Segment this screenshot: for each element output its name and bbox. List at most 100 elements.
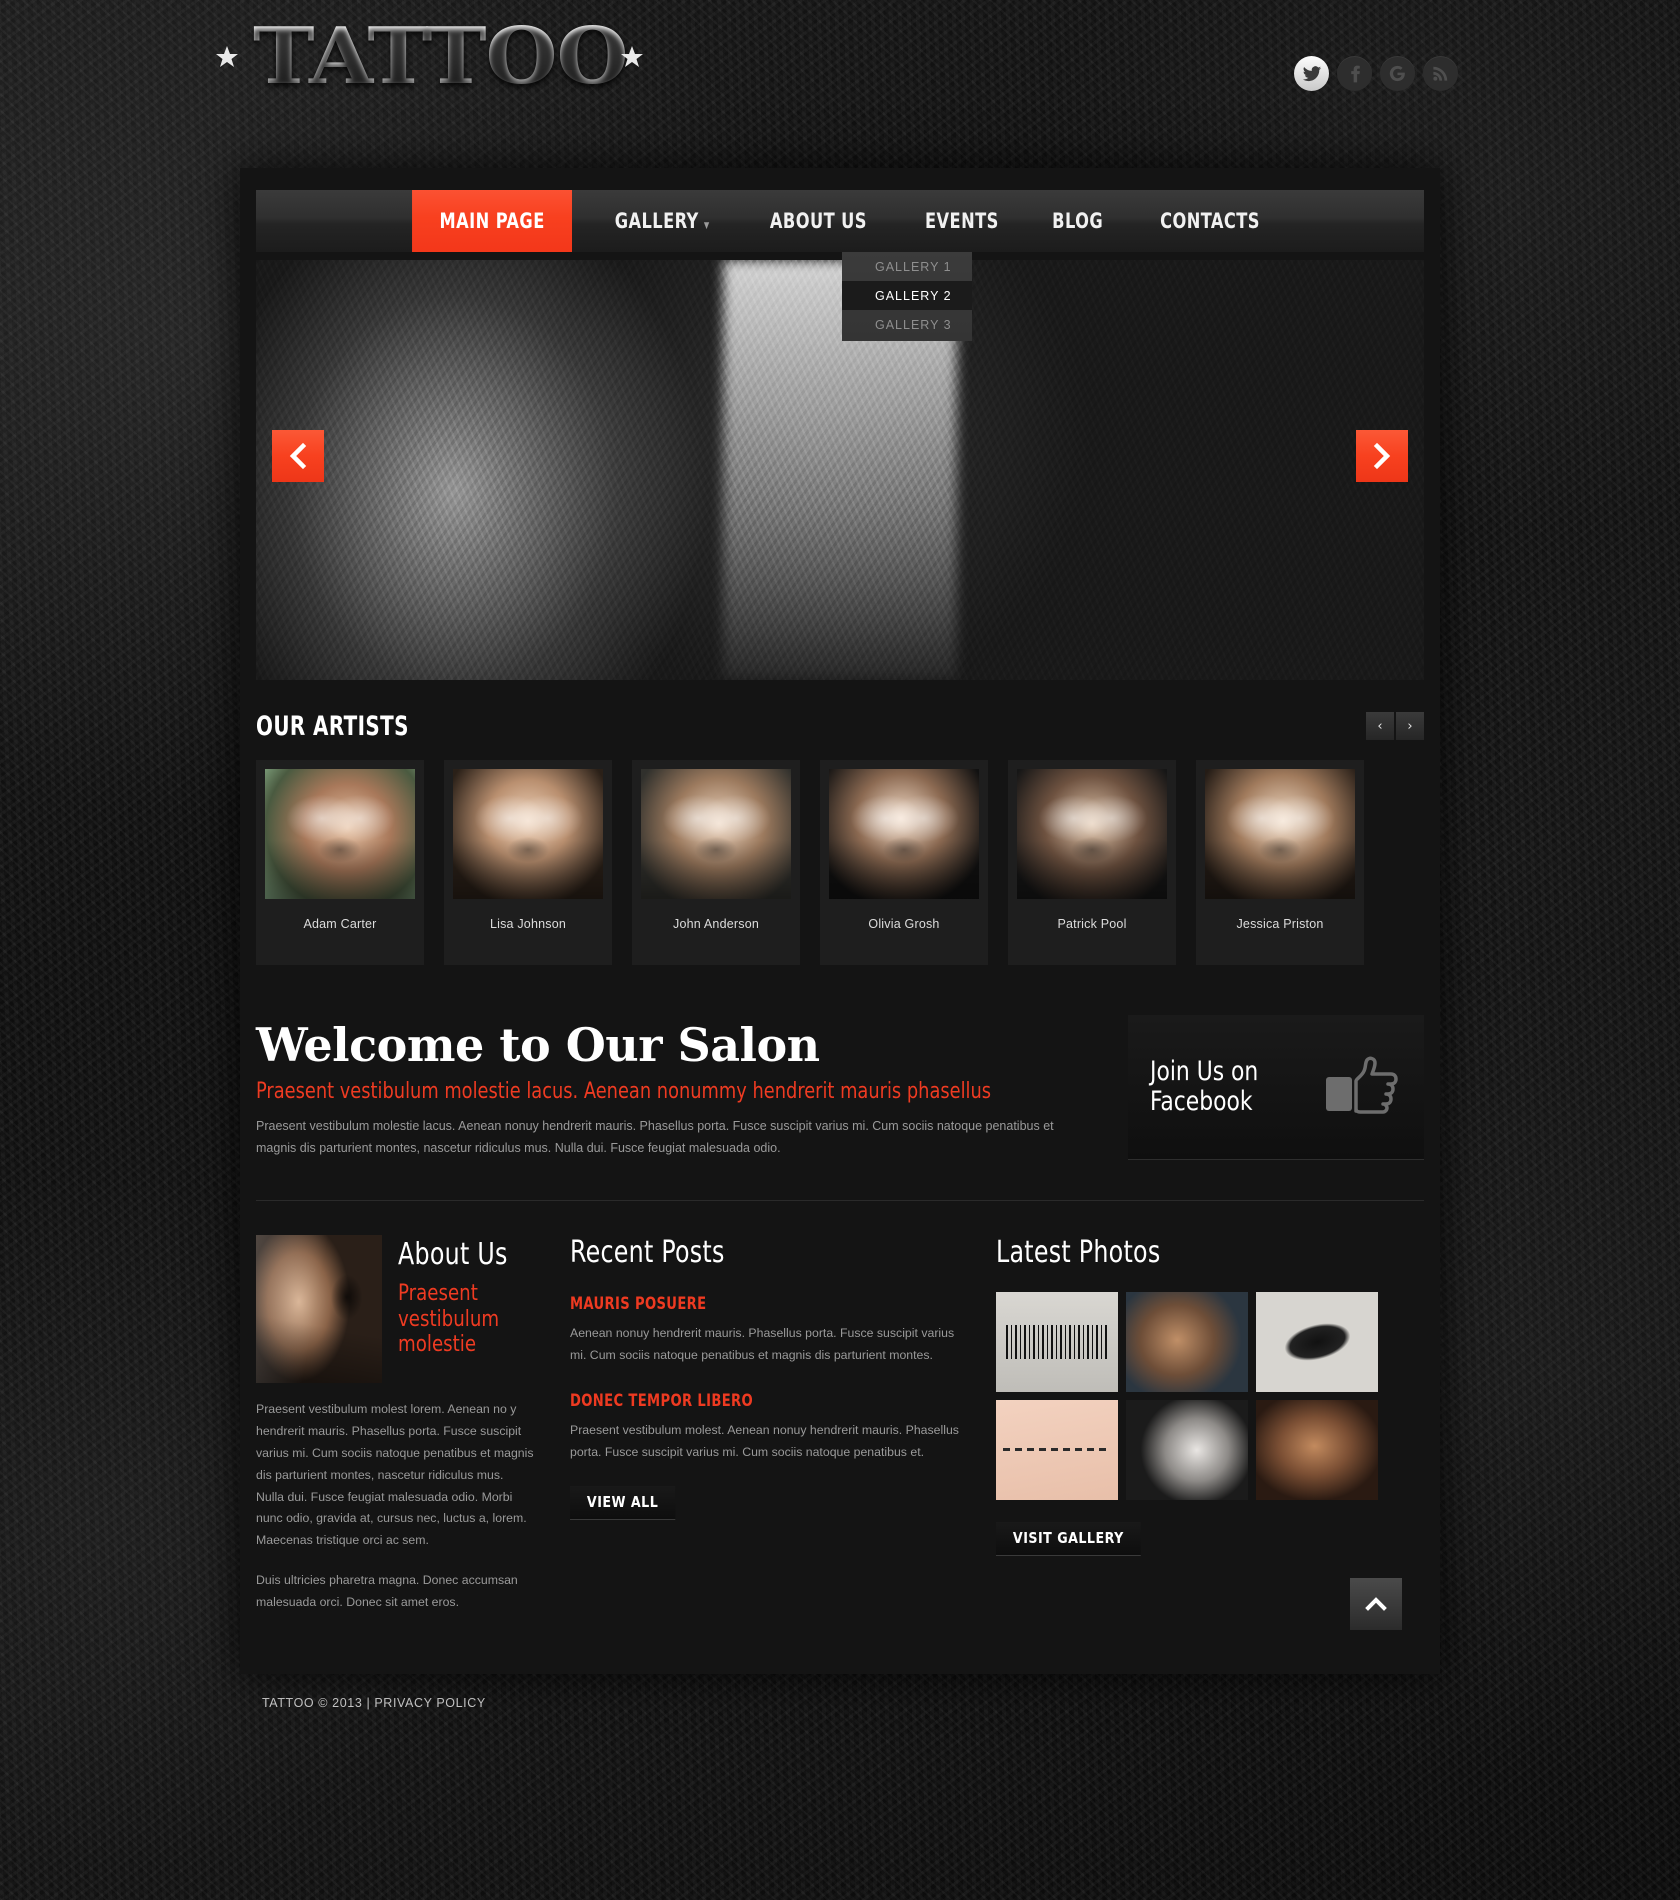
- nav-label: BLOG: [1052, 209, 1104, 233]
- artist-avatar: [1205, 769, 1355, 899]
- about-paragraph-2: Duis ultricies pharetra magna. Donec acc…: [256, 1573, 518, 1610]
- recent-posts-column: Recent Posts MAURIS POSUERE Aenean nonuy…: [570, 1235, 960, 1614]
- welcome-body: Praesent vestibulum molestie lacus. Aene…: [256, 1119, 1054, 1156]
- nav-label: CONTACTS: [1159, 209, 1260, 233]
- post-body: Aenean nonuy hendrerit mauris. Phasellus…: [570, 1326, 955, 1362]
- artist-name: Patrick Pool: [1057, 917, 1127, 931]
- artist-name: Jessica Priston: [1236, 917, 1324, 931]
- about-heading-block: About Us Praesent vestibulum molestie: [398, 1235, 534, 1383]
- welcome-subtitle: Praesent vestibulum molestie lacus. Aene…: [256, 1079, 992, 1105]
- nav-item-events[interactable]: EVENTS: [906, 190, 1018, 252]
- nav-label: MAIN PAGE: [439, 209, 545, 233]
- about-column: About Us Praesent vestibulum molestie Pr…: [256, 1235, 534, 1614]
- artist-avatar: [829, 769, 979, 899]
- facebook-icon[interactable]: [1337, 56, 1372, 91]
- post-title[interactable]: MAURIS POSUERE: [570, 1294, 905, 1314]
- site-footer: TATTOO © 2013 | PRIVACY POLICY: [240, 1674, 1440, 1754]
- artist-avatar: [453, 769, 603, 899]
- artist-avatar: [265, 769, 415, 899]
- post-item: DONEC TEMPOR LIBERO Praesent vestibulum …: [570, 1391, 960, 1464]
- artist-name: Lisa Johnson: [489, 917, 567, 931]
- artist-avatar: [1017, 769, 1167, 899]
- nav-bar: MAIN PAGE GALLERY ▼ ABOUT US EVENTS BLOG…: [256, 190, 1424, 252]
- section-divider: [256, 1200, 1424, 1202]
- photo-thumbnail[interactable]: [1126, 1292, 1248, 1393]
- about-subtitle: Praesent vestibulum molestie: [398, 1281, 500, 1358]
- page-wrapper: MAIN PAGE GALLERY ▼ ABOUT US EVENTS BLOG…: [240, 168, 1440, 1674]
- welcome-text-block: Welcome to Our Salon Praesent vestibulum…: [256, 1015, 1094, 1160]
- about-title: About Us: [398, 1237, 508, 1273]
- gallery-dropdown-menu: GALLERY 1 GALLERY 2 GALLERY 3: [842, 252, 972, 341]
- social-links: [1294, 56, 1458, 91]
- artist-card[interactable]: Adam Carter: [256, 760, 424, 965]
- visit-gallery-button[interactable]: VISIT GALLERY: [996, 1522, 1141, 1557]
- chevron-right-icon: [1373, 442, 1391, 470]
- chevron-down-icon: ▼: [704, 221, 711, 231]
- latest-photos-column: Latest Photos VISIT GALLERY: [996, 1235, 1386, 1614]
- dropdown-item-gallery-2[interactable]: GALLERY 2: [842, 281, 972, 310]
- dropdown-item-gallery-3[interactable]: GALLERY 3: [842, 310, 972, 339]
- nav-item-main-page[interactable]: MAIN PAGE: [412, 190, 573, 252]
- welcome-section: Welcome to Our Salon Praesent vestibulum…: [256, 1015, 1424, 1160]
- artist-card[interactable]: Lisa Johnson: [444, 760, 612, 965]
- artists-header: OUR ARTISTS ‹ ›: [256, 704, 1424, 748]
- artists-prev-button[interactable]: ‹: [1366, 712, 1394, 740]
- nav-label: ABOUT US: [769, 209, 867, 233]
- logo-text: TATTOO: [253, 11, 628, 102]
- post-body: Praesent vestibulum molest. Aenean nonuy…: [570, 1422, 959, 1459]
- slider-next-button[interactable]: [1356, 430, 1408, 482]
- chevron-up-icon: [1365, 1597, 1387, 1611]
- artist-avatar: [641, 769, 791, 899]
- artists-title: OUR ARTISTS: [256, 710, 409, 742]
- post-title[interactable]: DONEC TEMPOR LIBERO: [570, 1391, 905, 1411]
- artist-name: Adam Carter: [303, 917, 377, 931]
- logo-star-left-icon: [215, 45, 239, 69]
- hero-slider: [256, 260, 1424, 680]
- main-navigation: MAIN PAGE GALLERY ▼ ABOUT US EVENTS BLOG…: [256, 168, 1424, 341]
- recent-posts-title: Recent Posts: [570, 1235, 725, 1271]
- artist-name: John Anderson: [673, 917, 759, 931]
- facebook-join-label: Join Us on Facebook: [1150, 1055, 1259, 1117]
- nav-label: EVENTS: [924, 209, 999, 233]
- artist-card[interactable]: Patrick Pool: [1008, 760, 1176, 965]
- artist-card[interactable]: Jessica Priston: [1196, 760, 1364, 965]
- copyright-text: TATTOO © 2013 | PRIVACY POLICY: [262, 1696, 1440, 1710]
- site-logo[interactable]: TATTOO: [215, 18, 644, 96]
- artists-list: Adam Carter Lisa Johnson John Anderson O…: [256, 760, 1424, 965]
- photo-thumbnail[interactable]: [996, 1292, 1118, 1393]
- artist-name: Olivia Grosh: [868, 917, 940, 931]
- artists-next-button[interactable]: ›: [1396, 712, 1424, 740]
- privacy-policy-link[interactable]: PRIVACY POLICY: [374, 1696, 485, 1710]
- slider-prev-button[interactable]: [272, 430, 324, 482]
- welcome-title: Welcome to Our Salon: [256, 1018, 820, 1072]
- view-all-button[interactable]: VIEW ALL: [570, 1485, 676, 1520]
- site-header: TATTOO: [0, 0, 1680, 168]
- photo-thumbnail[interactable]: [996, 1400, 1118, 1501]
- rss-icon[interactable]: [1423, 56, 1458, 91]
- dropdown-item-gallery-1[interactable]: GALLERY 1: [842, 252, 972, 281]
- nav-item-blog[interactable]: BLOG: [1034, 190, 1123, 252]
- photo-thumbnail[interactable]: [1256, 1292, 1378, 1393]
- hero-slide-texture: [256, 260, 1424, 680]
- google-plus-icon[interactable]: [1380, 56, 1415, 91]
- about-header-row: About Us Praesent vestibulum molestie: [256, 1235, 534, 1384]
- about-image: [256, 1235, 382, 1384]
- nav-item-gallery[interactable]: GALLERY ▼: [596, 190, 729, 252]
- photo-grid: [996, 1292, 1386, 1501]
- twitter-icon[interactable]: [1294, 56, 1329, 91]
- post-item: MAURIS POSUERE Aenean nonuy hendrerit ma…: [570, 1294, 960, 1367]
- nav-item-about-us[interactable]: ABOUT US: [751, 190, 886, 252]
- artists-carousel-controls: ‹ ›: [1366, 712, 1424, 740]
- nav-item-contacts[interactable]: CONTACTS: [1141, 190, 1279, 252]
- about-paragraph-1: Praesent vestibulum molest lorem. Aenean…: [256, 1402, 534, 1548]
- artist-card[interactable]: Olivia Grosh: [820, 760, 988, 965]
- photo-thumbnail[interactable]: [1256, 1400, 1378, 1501]
- scroll-to-top-button[interactable]: [1350, 1577, 1402, 1630]
- latest-photos-title: Latest Photos: [996, 1235, 1161, 1271]
- photo-thumbnail[interactable]: [1126, 1400, 1248, 1501]
- logo-star-right-icon: [620, 45, 644, 69]
- nav-label: GALLERY: [615, 209, 700, 233]
- facebook-join-box[interactable]: Join Us on Facebook: [1128, 1015, 1424, 1160]
- artist-card[interactable]: John Anderson: [632, 760, 800, 965]
